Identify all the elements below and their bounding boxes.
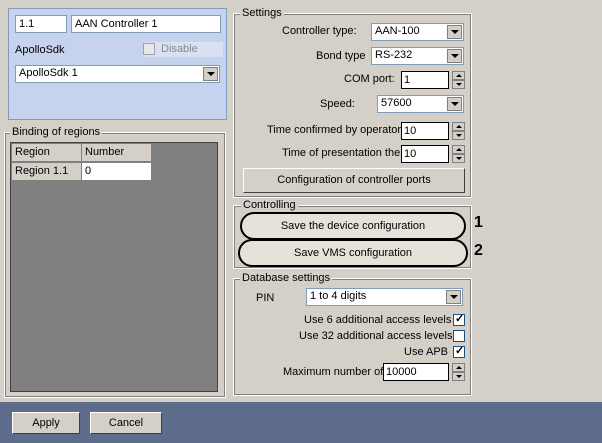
spin-down-icon[interactable] bbox=[452, 131, 465, 140]
settings-group-title: Settings bbox=[240, 7, 284, 19]
checkmark-icon: ✓ bbox=[455, 313, 465, 325]
disable-label: Disable bbox=[161, 43, 198, 55]
pin-label: PIN bbox=[256, 292, 275, 304]
footer-bar: Apply Cancel bbox=[0, 402, 602, 443]
time-confirmed-stepper[interactable]: 10 bbox=[401, 122, 465, 140]
checkmark-icon: ✓ bbox=[455, 345, 465, 357]
chevron-down-icon[interactable] bbox=[447, 25, 462, 39]
bond-type-label: Bond type bbox=[316, 50, 366, 62]
device-panel: 1.1 AAN Controller 1 ApolloSdk Disable A… bbox=[8, 8, 227, 120]
use6-label: Use 6 additional access levels bbox=[304, 314, 452, 326]
apb-checkbox[interactable]: ✓ bbox=[453, 345, 465, 358]
time-confirmed-value[interactable]: 10 bbox=[401, 122, 449, 140]
spin-down-icon[interactable] bbox=[452, 80, 465, 89]
bond-type-value: RS-232 bbox=[375, 49, 413, 61]
controller-type-value: AAN-100 bbox=[375, 25, 420, 37]
max-number-label: Maximum number of bbox=[283, 366, 384, 378]
com-port-label: COM port: bbox=[344, 73, 395, 85]
spin-up-icon[interactable] bbox=[452, 145, 465, 154]
spin-up-icon[interactable] bbox=[452, 71, 465, 80]
time-presentation-value[interactable]: 10 bbox=[401, 145, 449, 163]
parent-label: ApolloSdk bbox=[15, 44, 65, 56]
parent-select[interactable]: ApolloSdk 1 bbox=[15, 65, 220, 83]
table-row-region[interactable]: Region 1.1 bbox=[12, 163, 82, 181]
controller-type-select[interactable]: AAN-100 bbox=[371, 23, 464, 41]
spin-up-icon[interactable] bbox=[452, 122, 465, 131]
use6-checkbox[interactable]: ✓ bbox=[453, 313, 465, 326]
speed-select[interactable]: 57600 bbox=[377, 95, 464, 113]
column-header-region[interactable]: Region bbox=[12, 144, 82, 162]
regions-grid: Region Number Region 1.1 0 bbox=[10, 142, 218, 392]
spin-down-icon[interactable] bbox=[452, 372, 465, 381]
controlling-group-title: Controlling bbox=[241, 199, 298, 211]
use32-label: Use 32 additional access levels bbox=[299, 330, 453, 342]
controller-type-label: Controller type: bbox=[282, 25, 357, 37]
time-confirmed-label: Time confirmed by operator: bbox=[267, 124, 405, 136]
speed-label: Speed: bbox=[320, 98, 355, 110]
device-id-field[interactable]: 1.1 bbox=[15, 15, 67, 33]
callout-2: 2 bbox=[474, 242, 483, 259]
pin-select[interactable]: 1 to 4 digits bbox=[306, 288, 463, 306]
database-group-title: Database settings bbox=[240, 272, 333, 284]
max-number-value[interactable]: 10000 bbox=[383, 363, 449, 381]
config-ports-button[interactable]: Configuration of controller ports bbox=[243, 168, 465, 193]
device-name-field[interactable]: AAN Controller 1 bbox=[71, 15, 221, 33]
parent-select-value: ApolloSdk 1 bbox=[19, 67, 78, 79]
com-port-stepper[interactable]: 1 bbox=[401, 71, 465, 89]
save-vms-config-button[interactable]: Save VMS configuration bbox=[238, 239, 468, 267]
chevron-down-icon[interactable] bbox=[447, 49, 462, 63]
cancel-button[interactable]: Cancel bbox=[90, 412, 162, 434]
bond-type-select[interactable]: RS-232 bbox=[371, 47, 464, 65]
chevron-down-icon[interactable] bbox=[447, 97, 462, 111]
callout-1: 1 bbox=[474, 214, 483, 231]
apply-button[interactable]: Apply bbox=[12, 412, 80, 434]
spin-up-icon[interactable] bbox=[452, 363, 465, 372]
time-presentation-stepper[interactable]: 10 bbox=[401, 145, 465, 163]
pin-value: 1 to 4 digits bbox=[310, 290, 367, 302]
apb-label: Use APB bbox=[404, 346, 449, 358]
max-number-stepper[interactable]: 10000 bbox=[383, 363, 465, 381]
chevron-down-icon[interactable] bbox=[203, 67, 218, 81]
speed-value: 57600 bbox=[381, 97, 412, 109]
save-device-config-button[interactable]: Save the device configuration bbox=[240, 212, 466, 240]
use32-checkbox[interactable] bbox=[453, 330, 465, 342]
regions-group-title: Binding of regions bbox=[10, 126, 103, 138]
com-port-value[interactable]: 1 bbox=[401, 71, 449, 89]
spin-down-icon[interactable] bbox=[452, 154, 465, 163]
disable-group: Disable bbox=[143, 42, 223, 57]
table-row-number[interactable]: 0 bbox=[82, 163, 152, 181]
disable-checkbox[interactable] bbox=[143, 43, 155, 55]
chevron-down-icon[interactable] bbox=[446, 290, 461, 304]
column-header-number[interactable]: Number bbox=[82, 144, 152, 162]
time-presentation-label: Time of presentation the bbox=[282, 147, 401, 159]
